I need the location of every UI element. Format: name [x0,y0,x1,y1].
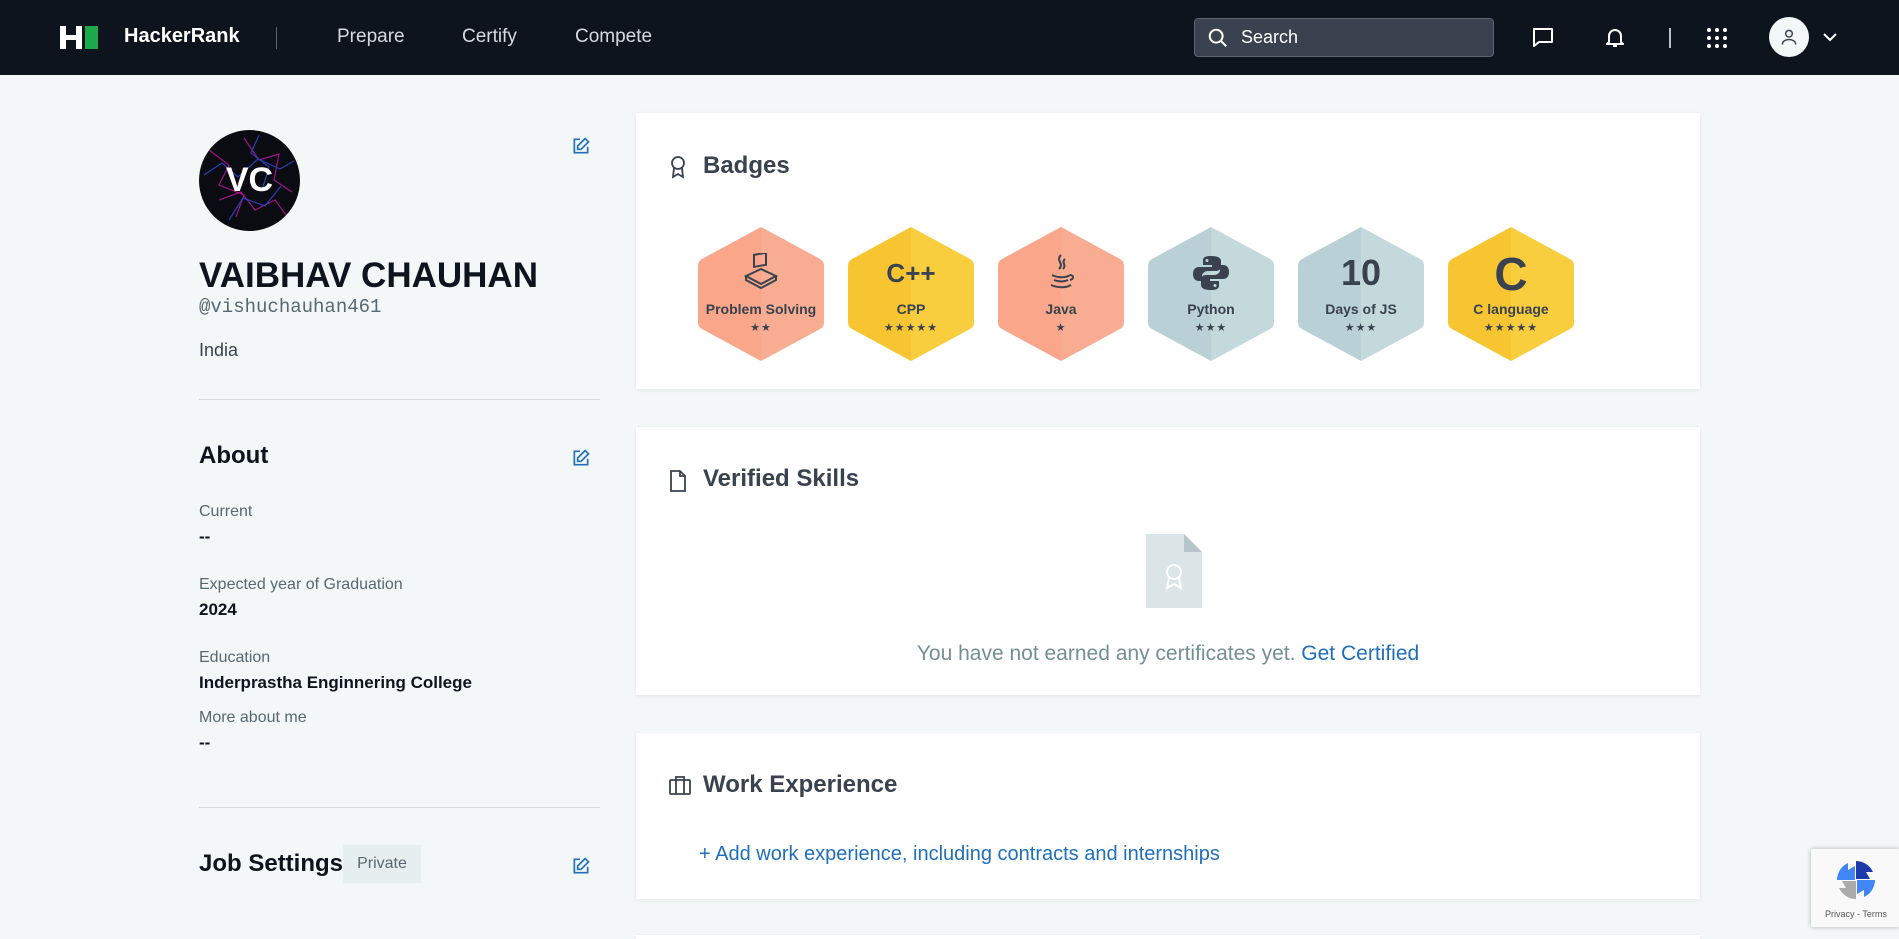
about-title: About [199,442,269,469]
badge-label: Java [1045,301,1077,317]
badge-ribbon-icon [669,155,687,184]
avatar-initials: VC [225,161,274,199]
nav-divider [1669,28,1671,48]
profile-country: India [199,340,239,360]
c-language-icon: C [1494,248,1528,300]
about-education-label: Education [199,649,271,666]
chevron-down-icon[interactable] [1822,30,1838,49]
no-certificates-text: You have not earned any certificates yet… [916,642,1296,665]
get-certified-link[interactable]: Get Certified [1301,642,1419,665]
badge-label: Python [1187,301,1235,317]
edit-profile-icon[interactable] [571,136,591,161]
logo-h-icon [60,26,82,49]
badge-stars: ★★★ [1344,322,1378,334]
verified-skills-title: Verified Skills [703,465,860,492]
badge-stars: ★★ [750,322,772,334]
apps-grid-icon[interactable] [1706,27,1728,54]
user-icon [1781,29,1797,45]
search-icon [1208,28,1227,47]
badges-card: Badges Problem Solving ★★ C++ CPP ★★★★★ … [636,113,1700,389]
days-of-js-icon: 10 [1340,252,1382,293]
about-graduation-value: 2024 [199,600,237,619]
badge-days-of-js[interactable]: 10 Days of JS ★★★ [1298,225,1424,363]
nav-link-certify[interactable]: Certify [462,26,517,48]
about-more-value: -- [199,733,211,752]
notifications-bell-icon[interactable] [1603,25,1627,54]
section-divider [199,807,600,808]
profile-avatar: VC [199,130,300,231]
certificate-placeholder-icon [1146,534,1202,613]
profile-name: VAIBHAV CHAUHAN [199,256,538,295]
work-experience-card: Work Experience + Add work experience, i… [636,733,1700,899]
java-icon [1050,254,1074,289]
about-current-value: -- [199,527,211,546]
briefcase-icon [669,775,691,800]
messages-icon[interactable] [1531,25,1555,54]
recaptcha-logo-icon [1837,861,1875,899]
badge-label: Days of JS [1325,301,1397,317]
badge-label: CPP [896,301,926,317]
badges-title: Badges [703,152,790,179]
badge-label: Problem Solving [705,301,817,317]
about-more-label: More about me [199,709,307,726]
logo-square-icon [85,26,98,49]
badge-python[interactable]: Python ★★★ [1148,225,1274,363]
hackerrank-logo[interactable] [60,26,98,49]
user-avatar-button[interactable] [1769,17,1809,57]
nav-link-prepare[interactable]: Prepare [337,26,405,48]
badge-label: C language [1473,301,1549,317]
badge-stars: ★★★★★ [883,322,939,334]
edit-about-icon[interactable] [571,448,591,473]
work-experience-title: Work Experience [703,771,898,798]
python-icon [1193,256,1229,290]
search-box[interactable] [1194,18,1494,57]
brand-name[interactable]: HackerRank [124,25,240,48]
no-certificates-message: You have not earned any certificates yet… [636,642,1700,666]
badge-cpp[interactable]: C++ CPP ★★★★★ [848,225,974,363]
brand-divider [276,27,277,49]
section-divider [199,399,600,400]
next-card [636,935,1700,939]
problem-solving-icon [743,253,779,289]
badge-stars: ★★★★★ [1483,322,1539,334]
add-work-experience-link[interactable]: + Add work experience, including contrac… [699,843,1220,866]
edit-job-settings-icon[interactable] [571,856,591,881]
job-settings-title: Job Settings [199,850,344,877]
about-graduation-label: Expected year of Graduation [199,576,403,593]
badge-java[interactable]: Java ★ [998,225,1124,363]
badge-problem-solving[interactable]: Problem Solving ★★ [698,225,824,363]
recaptcha-links[interactable]: Privacy - Terms [1825,909,1887,919]
document-icon [669,470,687,497]
search-input[interactable] [1241,27,1471,48]
badge-stars: ★★★ [1194,322,1228,334]
verified-skills-card: Verified Skills You have not earned any … [636,427,1700,695]
job-visibility-badge: Private [343,845,421,883]
badge-stars: ★ [1055,322,1067,334]
cpp-icon: C++ [886,258,936,288]
nav-link-compete[interactable]: Compete [575,26,652,48]
badge-c-language[interactable]: C C language ★★★★★ [1448,225,1574,363]
about-education-value: Inderprastha Enginnering College [199,673,472,692]
profile-handle: @vishuchauhan461 [199,296,382,318]
top-navbar: HackerRank Prepare Certify Compete [0,0,1899,75]
about-current-label: Current [199,503,253,520]
recaptcha-badge[interactable]: Privacy - Terms [1811,849,1899,927]
